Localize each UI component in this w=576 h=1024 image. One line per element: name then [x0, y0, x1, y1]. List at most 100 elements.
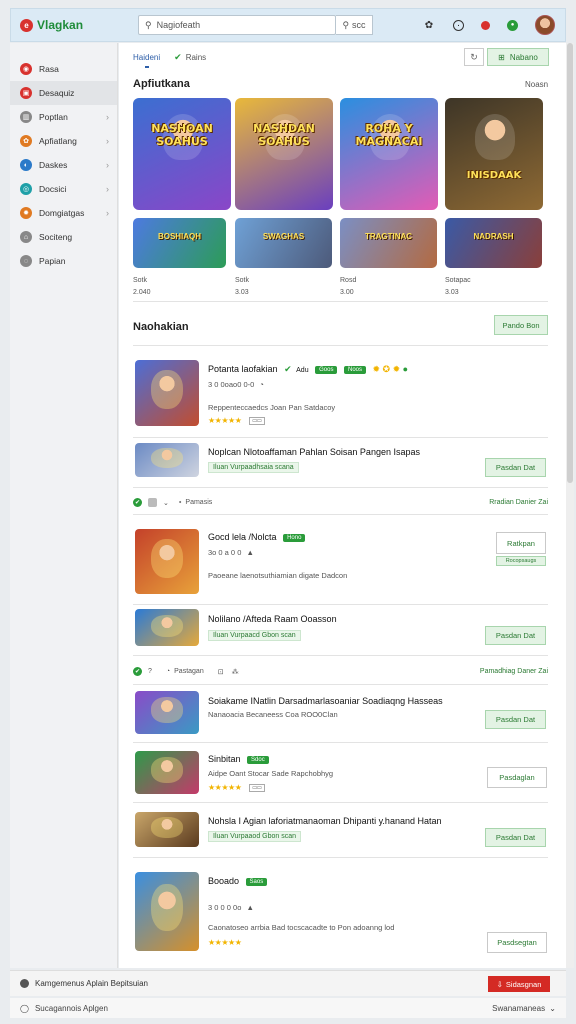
featured-banner[interactable]: TRAGTINAC	[340, 218, 437, 268]
chevron-down-icon[interactable]: ⌄	[163, 499, 169, 507]
sidebar-item-label: Desaquiz	[39, 88, 75, 98]
sidebar-item[interactable]: ▣ Desaquiz	[10, 81, 117, 105]
featured-meta: Sotk 3.03	[235, 275, 249, 299]
bottom-left-text[interactable]: Sucagannois Aplgen	[35, 1004, 108, 1013]
app-thumbnail[interactable]	[135, 812, 199, 847]
check-icon[interactable]: ✔	[133, 498, 142, 507]
featured-card[interactable]: NASHOAN SOAHUS	[133, 98, 231, 210]
notification-icon[interactable]	[481, 20, 490, 30]
sidebar-item[interactable]: ▥ Poptlan ›	[10, 105, 117, 129]
featured-card-title: INISDAAK	[466, 170, 522, 181]
app-thumbnail[interactable]	[135, 443, 199, 477]
info-icon	[20, 979, 29, 988]
sidebar-item[interactable]: ✹ Domgiatgas ›	[10, 201, 117, 225]
featured-banner-title: SWAGHAS	[262, 232, 305, 241]
featured-card[interactable]: INISDAAK	[445, 98, 543, 210]
search-button[interactable]: ⚲ scc	[336, 15, 373, 35]
rating-stars-text: ★★★★★	[208, 938, 242, 947]
app-thumbnail[interactable]	[135, 872, 199, 951]
sidebar-item[interactable]: ✿ Apfiatlang ›	[10, 129, 117, 153]
featured-banner-title: BOSHIAQH	[157, 232, 202, 241]
sidebar-item[interactable]: ◎ Docsici ›	[10, 177, 117, 201]
row-action-button[interactable]: Pasdsegtan	[487, 932, 547, 953]
listing-action-button[interactable]: Pando Bon	[494, 315, 548, 335]
brand[interactable]: e Vlagkan	[20, 18, 130, 32]
scrollbar[interactable]	[566, 43, 574, 968]
question-icon[interactable]: ?	[148, 668, 152, 675]
row-action-button[interactable]: Pasdan Dat	[485, 458, 546, 477]
row-action-button[interactable]: Pasdan Dat	[485, 710, 546, 729]
featured-banner[interactable]: BOSHIAQH	[133, 218, 226, 268]
footer-action-button[interactable]: ⇩ Sidasgnan	[488, 976, 550, 992]
app-thumbnail[interactable]	[135, 529, 199, 594]
app-thumbnail[interactable]	[135, 691, 199, 734]
check-circle-icon: ✔	[284, 364, 292, 374]
sidebar-item-icon: ✿	[20, 135, 32, 147]
row-title: Booado Saos	[208, 876, 268, 886]
tab-bar: Haideni ✔ Rains	[133, 52, 220, 68]
rating-stars: ★★★★★ ▭▭	[208, 416, 265, 425]
top-icons: ✿ · ●	[405, 15, 555, 35]
box-icon[interactable]	[148, 498, 157, 507]
rating-box: ▭▭	[249, 783, 265, 792]
messages-icon[interactable]: ●	[507, 19, 518, 31]
sidebar-item-icon: ◎	[20, 183, 32, 195]
filter-label[interactable]: Pamasis	[185, 499, 212, 506]
featured-meta-value: 2.040	[133, 289, 151, 296]
bottom-right-text[interactable]: Swanamaneas ⌄	[492, 1004, 556, 1013]
thumbs-up-icon: ▲	[246, 903, 254, 912]
sidebar-item[interactable]: ◉ Rasa	[10, 57, 117, 81]
row-badge: Noos	[343, 365, 366, 374]
tab-rains[interactable]: Rains	[186, 53, 206, 62]
bottom-right-label: Swanamaneas	[492, 1003, 546, 1013]
featured-banner-title: TRAGTINAC	[364, 232, 413, 241]
sidebar-item[interactable]: ◐ Daskes ›	[10, 153, 117, 177]
tab-haideni[interactable]: Haideni	[133, 53, 160, 68]
featured-banner[interactable]: SWAGHAS	[235, 218, 332, 268]
chat-icon: ◔	[165, 668, 171, 675]
header-action-button[interactable]: ⊞ Nabano	[487, 48, 549, 66]
row-description: Paoeane laenotsuthiamian digate Dadcon	[208, 571, 348, 580]
row-subtitle-text: 3 0 0oao0 0-0	[208, 380, 255, 389]
featured-card[interactable]: ROHA Y MAGNACAI	[340, 98, 438, 210]
filter-label[interactable]: Pastagan	[174, 668, 204, 675]
row-description: Nanaoacia Becaneess Coa ROO0Clan	[208, 710, 338, 719]
settings-icon[interactable]: ✿	[422, 18, 436, 32]
row-action-button[interactable]: Pasdan Dat	[485, 828, 546, 847]
app-thumbnail[interactable]	[135, 751, 199, 794]
chevron-right-icon: ›	[106, 112, 109, 122]
row-secondary-button[interactable]: Rocopsaugs	[496, 556, 546, 566]
row-title: Nohsla I Agian laforiatmanaoman Dhipanti…	[208, 816, 442, 826]
row-action-button[interactable]: Ratkpan	[496, 532, 546, 554]
featured-banner[interactable]: NADRASH	[445, 218, 542, 268]
scrollbar-thumb[interactable]	[567, 43, 573, 483]
search-input[interactable]: ⚲ Nagiofeath	[138, 15, 336, 35]
sidebar-item-label: Domgiatgas	[39, 208, 85, 218]
sidebar-item[interactable]: ⌂ Sociteng	[10, 225, 117, 249]
row-action-button[interactable]: Pasdan Dat	[485, 626, 546, 645]
row-action-button[interactable]: Pasdaglan	[487, 767, 547, 788]
app-thumbnail[interactable]	[135, 609, 199, 646]
sidebar-item-icon: ◉	[20, 63, 32, 75]
featured-card[interactable]: NASHDAN SOAHUS	[235, 98, 333, 210]
avatar[interactable]	[535, 15, 555, 35]
filter-row: ✔ ? ◔ Pastagan ⊡ ⁂	[133, 667, 239, 676]
row-subtitle: 3 0 0oao0 0-0 ◔	[208, 380, 264, 389]
filter-link[interactable]: Pamadhiag Daner Zai	[480, 668, 548, 675]
check-icon[interactable]: ✔	[133, 667, 142, 676]
filter-link[interactable]: Rradian Danier Zai	[489, 499, 548, 506]
row-badge: Sdoc	[247, 755, 269, 764]
app-thumbnail[interactable]	[135, 360, 199, 426]
divider	[133, 487, 548, 488]
row-title: Sinbitan Sdoc	[208, 754, 269, 764]
row-description: Reppenteccaedcs Joan Pan Satdacoy	[208, 403, 336, 412]
featured-meta-label: Rosd	[340, 277, 357, 284]
sidebar-item-label: Daskes	[39, 160, 68, 170]
row-title-text: Sinbitan	[208, 754, 241, 764]
chevron-right-icon: ›	[106, 208, 109, 218]
refresh-button[interactable]: ↻	[464, 48, 484, 66]
clock-icon[interactable]: ·	[453, 19, 464, 31]
featured-link[interactable]: Noasn	[525, 80, 548, 89]
divider	[133, 802, 548, 803]
sidebar-item[interactable]: ◌ Papian	[10, 249, 117, 273]
